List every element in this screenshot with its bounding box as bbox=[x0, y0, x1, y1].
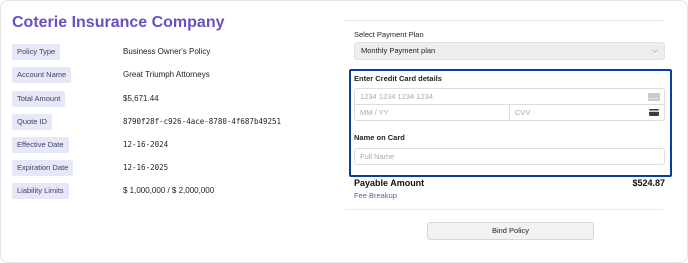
detail-label: Effective Date bbox=[12, 137, 69, 153]
detail-label: Account Name bbox=[12, 67, 72, 83]
chevron-down-icon bbox=[652, 49, 658, 53]
divider bbox=[345, 209, 663, 210]
detail-value: Business Owner's Policy bbox=[123, 47, 211, 56]
cvv-placeholder: CVV bbox=[515, 108, 531, 117]
card-details-label: Enter Credit Card details bbox=[354, 74, 442, 83]
detail-value: 8790f28f-c926-4ace-8780-4f687b49251 bbox=[123, 117, 282, 126]
bind-policy-button[interactable]: Bind Policy bbox=[427, 222, 594, 240]
name-on-card-label: Name on Card bbox=[354, 133, 405, 142]
payment-plan-select[interactable]: Monthly Payment plan bbox=[354, 42, 665, 60]
payable-amount-label: Payable Amount bbox=[354, 178, 425, 188]
detail-label: Total Amount bbox=[12, 91, 66, 107]
company-title: Coterie Insurance Company bbox=[12, 14, 225, 31]
payment-plan-value: Monthly Payment plan bbox=[361, 46, 436, 55]
payment-plan-label: Select Payment Plan bbox=[354, 30, 424, 39]
detail-value: $ 1,000,000 / $ 2,000,000 bbox=[123, 186, 215, 195]
detail-value: 12-16-2025 bbox=[123, 163, 169, 172]
divider bbox=[345, 20, 663, 21]
detail-label: Expiration Date bbox=[12, 160, 74, 176]
cvv-card-icon bbox=[649, 109, 659, 116]
cvv-input[interactable]: CVV bbox=[509, 104, 665, 121]
payable-amount-value: $524.87 bbox=[632, 178, 665, 188]
fee-breakup-link[interactable]: Fee Breakup bbox=[354, 191, 397, 200]
card-icon bbox=[648, 93, 660, 101]
detail-label: Liability Limits bbox=[12, 183, 69, 199]
detail-value: $5,671.44 bbox=[123, 94, 159, 103]
expiry-input[interactable]: MM / YY bbox=[354, 104, 510, 121]
name-on-card-input[interactable]: Full Name bbox=[354, 148, 665, 165]
detail-label: Quote ID bbox=[12, 114, 53, 130]
detail-label: Policy Type bbox=[12, 44, 61, 60]
card-number-input[interactable]: 1234 1234 1234 1234 bbox=[354, 88, 665, 105]
name-placeholder: Full Name bbox=[360, 152, 395, 161]
detail-value: 12-16-2024 bbox=[123, 140, 169, 149]
expiry-placeholder: MM / YY bbox=[360, 108, 389, 117]
card-number-placeholder: 1234 1234 1234 1234 bbox=[360, 92, 433, 101]
detail-value: Great Triumph Attorneys bbox=[123, 70, 210, 79]
